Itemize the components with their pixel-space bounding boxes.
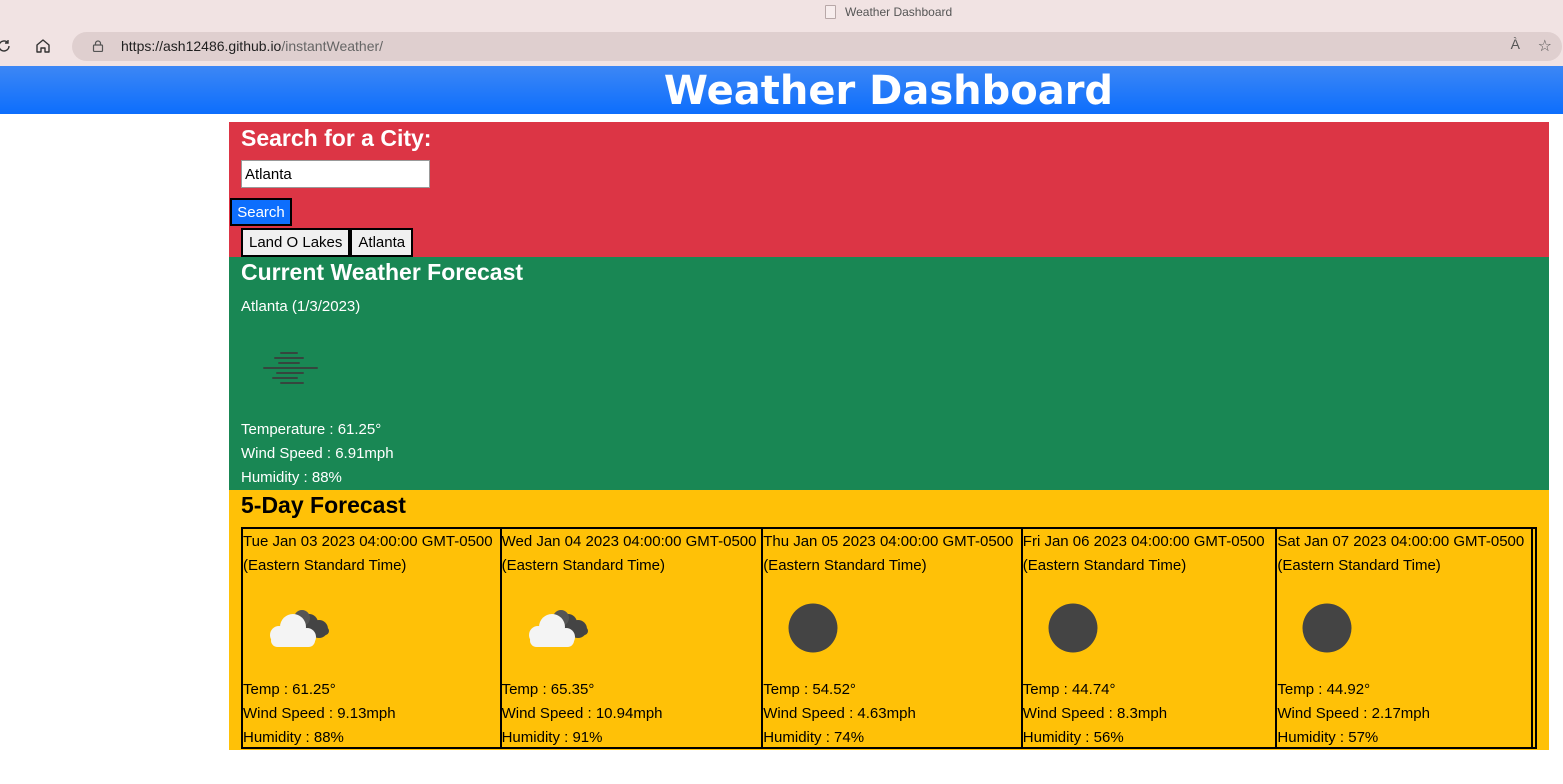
forecast-date: Fri Jan 06 2023 04:00:00 GMT-0500 (Easte… bbox=[1022, 533, 1265, 574]
forecast-date: Wed Jan 04 2023 04:00:00 GMT-0500 (Easte… bbox=[501, 533, 757, 574]
five-day-forecast-section: 5-Day Forecast Tue Jan 03 2023 04:00:00 … bbox=[229, 490, 1549, 750]
search-button[interactable]: Search bbox=[230, 198, 292, 226]
tab-title: Weather Dashboard bbox=[845, 5, 953, 19]
forecast-card-day-5: Sat Jan 07 2023 04:00:00 GMT-0500 (Easte… bbox=[1277, 529, 1533, 747]
history-button-land-o-lakes[interactable]: Land O Lakes bbox=[241, 228, 351, 257]
forecast-wind: Wind Speed : 4.63mph bbox=[763, 705, 916, 722]
partly-cloudy-icon bbox=[270, 610, 329, 647]
forecast-wind: Wind Speed : 9.13mph bbox=[243, 705, 396, 722]
forecast-cards: Tue Jan 03 2023 04:00:00 GMT-0500 (Easte… bbox=[241, 527, 1537, 749]
forecast-wind: Wind Speed : 2.17mph bbox=[1277, 705, 1430, 722]
partly-cloudy-icon bbox=[528, 610, 588, 647]
forecast-date: Tue Jan 03 2023 04:00:00 GMT-0500 (Easte… bbox=[243, 533, 493, 574]
lock-icon bbox=[92, 40, 104, 52]
current-weather-section: Current Weather Forecast Atlanta (1/3/20… bbox=[229, 257, 1549, 490]
page-icon bbox=[825, 5, 836, 19]
forecast-temp: Temp : 44.74° bbox=[1022, 681, 1116, 698]
current-weather-heading: Current Weather Forecast bbox=[241, 259, 524, 285]
forecast-card-day-2: Wed Jan 04 2023 04:00:00 GMT-0500 (Easte… bbox=[502, 529, 764, 747]
forecast-humidity: Humidity : 57% bbox=[1277, 729, 1379, 746]
browser-titlebar: Weather Dashboard bbox=[0, 0, 1563, 26]
forecast-stats: Temp : 61.25° Wind Speed : 9.13mph Humid… bbox=[243, 678, 396, 750]
search-history: Land O Lakes Atlanta bbox=[241, 228, 414, 257]
home-icon[interactable] bbox=[31, 34, 55, 58]
search-section: Search for a City: Search Land O Lakes A… bbox=[229, 122, 1549, 257]
forecast-humidity: Humidity : 74% bbox=[763, 729, 865, 746]
forecast-temp: Temp : 44.92° bbox=[1277, 681, 1371, 698]
forecast-card-day-4: Fri Jan 06 2023 04:00:00 GMT-0500 (Easte… bbox=[1023, 529, 1278, 747]
forecast-heading: 5-Day Forecast bbox=[241, 492, 406, 518]
current-humidity: Humidity : 88% bbox=[241, 469, 342, 486]
forecast-wind: Wind Speed : 10.94mph bbox=[501, 705, 663, 722]
address-bar[interactable]: https://ash12486.github.io/instantWeathe… bbox=[72, 32, 1562, 61]
read-aloud-icon[interactable]: À bbox=[1511, 36, 1520, 52]
search-heading: Search for a City: bbox=[241, 125, 432, 151]
forecast-card-day-1: Tue Jan 03 2023 04:00:00 GMT-0500 (Easte… bbox=[243, 529, 502, 747]
url-path: /instantWeather/ bbox=[281, 38, 384, 54]
url-host: https://ash12486.github.io bbox=[121, 38, 282, 54]
forecast-stats: Temp : 65.35° Wind Speed : 10.94mph Humi… bbox=[502, 678, 663, 750]
current-temperature: Temperature : 61.25° bbox=[241, 421, 382, 438]
forecast-temp: Temp : 61.25° bbox=[243, 681, 336, 698]
forecast-date: Thu Jan 05 2023 04:00:00 GMT-0500 (Easte… bbox=[763, 533, 1014, 574]
page-title: Weather Dashboard bbox=[663, 68, 1114, 114]
refresh-icon[interactable] bbox=[0, 34, 16, 58]
current-wind-speed: Wind Speed : 6.91mph bbox=[241, 445, 394, 462]
forecast-stats: Temp : 54.52° Wind Speed : 4.63mph Humid… bbox=[763, 678, 916, 750]
browser-toolbar: https://ash12486.github.io/instantWeathe… bbox=[0, 26, 1563, 66]
current-city-date: Atlanta (1/3/2023) bbox=[241, 298, 361, 315]
clear-night-icon bbox=[788, 603, 838, 653]
url-text[interactable]: https://ash12486.github.io/instantWeathe… bbox=[121, 38, 383, 54]
add-favorite-icon[interactable]: ☆ bbox=[1538, 36, 1552, 56]
forecast-date: Sat Jan 07 2023 04:00:00 GMT-0500 (Easte… bbox=[1277, 533, 1525, 574]
mist-icon bbox=[263, 352, 318, 384]
history-button-atlanta[interactable]: Atlanta bbox=[350, 228, 414, 257]
forecast-humidity: Humidity : 91% bbox=[501, 729, 603, 746]
clear-night-icon bbox=[1048, 603, 1098, 653]
forecast-temp: Temp : 54.52° bbox=[763, 681, 856, 698]
forecast-stats: Temp : 44.92° Wind Speed : 2.17mph Humid… bbox=[1277, 678, 1430, 750]
forecast-stats: Temp : 44.74° Wind Speed : 8.3mph Humidi… bbox=[1023, 678, 1167, 750]
forecast-humidity: Humidity : 56% bbox=[1022, 729, 1124, 746]
city-search-input[interactable] bbox=[241, 160, 430, 188]
forecast-card-day-3: Thu Jan 05 2023 04:00:00 GMT-0500 (Easte… bbox=[763, 529, 1023, 747]
window-title: Weather Dashboard bbox=[825, 5, 952, 19]
clear-night-icon bbox=[1302, 603, 1352, 653]
forecast-humidity: Humidity : 88% bbox=[243, 729, 344, 746]
forecast-wind: Wind Speed : 8.3mph bbox=[1022, 705, 1168, 722]
page-header: Weather Dashboard bbox=[0, 66, 1563, 114]
forecast-temp: Temp : 65.35° bbox=[501, 681, 595, 698]
